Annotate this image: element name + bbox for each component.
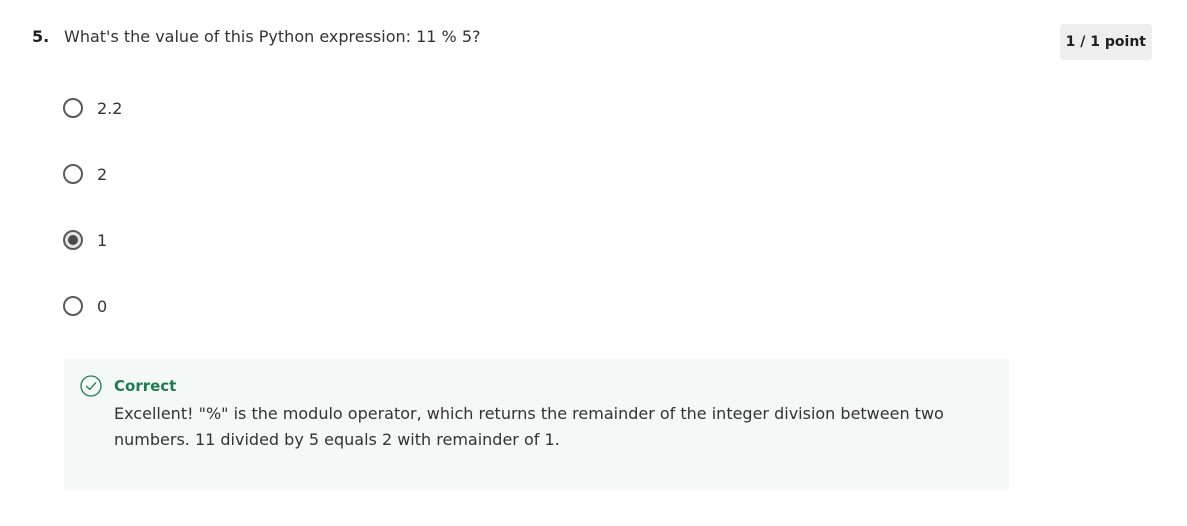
option-2[interactable]: 2 (63, 161, 122, 187)
option-label: 2 (97, 164, 108, 184)
radio-button[interactable] (63, 98, 83, 118)
points-badge: 1 / 1 point (1059, 24, 1152, 60)
radio-button[interactable] (63, 296, 83, 316)
check-circle-icon (80, 375, 102, 397)
question-text: What's the value of this Python expressi… (64, 27, 481, 46)
question-number: 5. (32, 27, 50, 46)
answer-options: 2.2 2 1 0 (63, 95, 122, 359)
radio-button[interactable] (63, 164, 83, 184)
feedback-message: Excellent! "%" is the modulo operator, w… (114, 404, 944, 449)
option-label: 1 (97, 230, 108, 250)
option-label: 0 (97, 296, 108, 316)
option-label: 2.2 (97, 98, 123, 118)
option-1[interactable]: 1 (63, 227, 122, 253)
radio-button-selected[interactable] (63, 230, 83, 250)
feedback-panel: Correct Excellent! "%" is the modulo ope… (64, 359, 1009, 490)
question-header: 5. What's the value of this Python expre… (32, 24, 1152, 64)
option-0[interactable]: 0 (63, 293, 122, 319)
option-2-2[interactable]: 2.2 (63, 95, 122, 121)
feedback-status: Correct (114, 377, 177, 395)
